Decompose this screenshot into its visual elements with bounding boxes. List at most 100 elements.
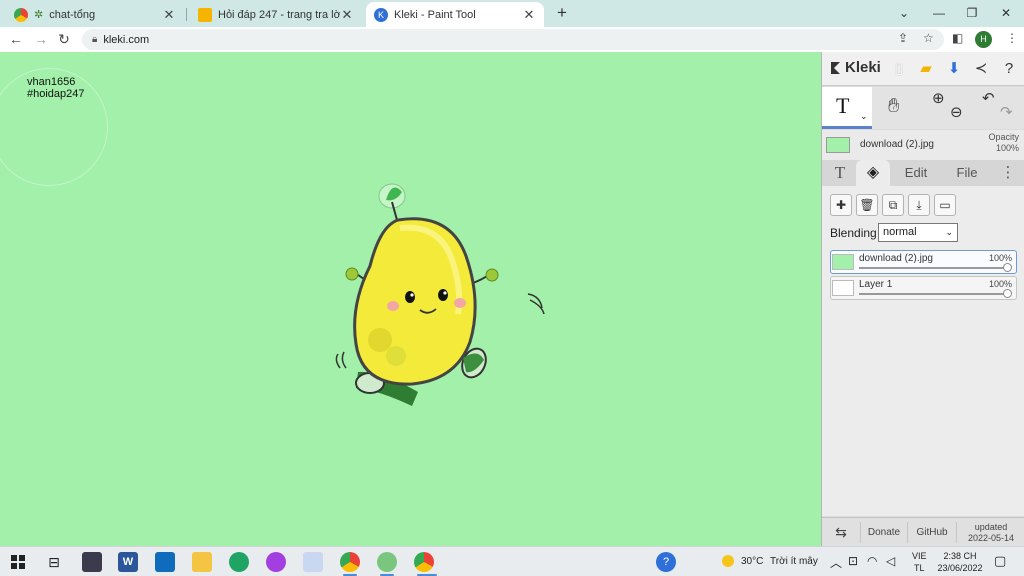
side-panel-icon[interactable]: ◧ xyxy=(952,31,963,45)
layer-name: download (2).jpg xyxy=(859,253,933,264)
messenger-app-icon[interactable] xyxy=(266,552,286,572)
weather-description[interactable]: Trời ít mây xyxy=(770,556,818,567)
tab-search-chevron-icon[interactable]: ⌄ xyxy=(894,3,914,23)
duplicate-layer-button[interactable]: ⧉ xyxy=(882,194,904,216)
profile-avatar[interactable]: H xyxy=(975,31,992,48)
input-language[interactable]: VIE TL xyxy=(912,550,927,574)
tab-layers[interactable]: ◈ xyxy=(856,160,890,186)
puzzle-favicon-icon: ✲ xyxy=(34,9,44,21)
merge-layer-button[interactable]: ⤓ xyxy=(908,194,930,216)
start-tile xyxy=(11,555,17,561)
windows-taskbar: ⊟ W ? 30°C Trời ít mây ︿ ⊡ ◠ ◁ VIE TL 2:… xyxy=(0,546,1024,576)
weather-sun-icon[interactable] xyxy=(722,555,734,567)
tab-text-settings-icon[interactable]: T xyxy=(826,160,854,186)
tab-close-icon[interactable]: ✕ xyxy=(340,7,354,23)
open-folder-icon[interactable]: ▰ xyxy=(915,58,937,80)
new-tab-plus-icon[interactable]: + xyxy=(553,4,571,22)
tab-title: Hỏi đáp 247 - trang tra lời xyxy=(218,8,340,21)
new-image-icon[interactable]: ▯ xyxy=(888,58,910,80)
tab-file[interactable]: File xyxy=(946,160,988,186)
weather-temperature[interactable]: 30°C xyxy=(741,556,763,567)
tab-chat[interactable]: ✲ chat-tổng ✕ xyxy=(6,2,184,27)
chrome-app-icon-active[interactable] xyxy=(414,552,434,572)
address-url: kleki.com xyxy=(103,33,150,46)
donate-link[interactable]: Donate xyxy=(861,518,907,547)
tab-title: Kleki - Paint Tool xyxy=(394,8,476,21)
layer-opacity-track xyxy=(859,267,1008,269)
layer-thumbnail xyxy=(832,280,854,296)
zoom-in-icon[interactable]: ⊕ xyxy=(932,89,945,107)
blending-label: Blending xyxy=(830,226,877,240)
file-explorer-icon[interactable] xyxy=(192,552,212,572)
help-icon[interactable]: ? xyxy=(998,58,1020,80)
tab-kleki[interactable]: K Kleki - Paint Tool ✕ xyxy=(366,2,544,27)
rename-layer-button[interactable]: ▭ xyxy=(934,194,956,216)
browser-menu-icon[interactable]: ⋮ xyxy=(1006,31,1018,45)
tab-close-icon[interactable]: ✕ xyxy=(522,7,536,23)
layers-panel: ✚ 🗑︎ ⧉ ⤓ ▭ Blending normal ⌄ download (2… xyxy=(822,186,1024,516)
paint-app-icon[interactable] xyxy=(303,552,323,572)
layer-opacity-slider[interactable] xyxy=(1003,263,1012,272)
restore-icon[interactable]: ❐ xyxy=(962,3,982,23)
forward-arrow-icon[interactable]: → xyxy=(31,29,51,49)
tool-dropdown-chevron-icon[interactable]: ⌄ xyxy=(860,111,868,122)
blending-select[interactable]: normal ⌄ xyxy=(878,223,958,242)
system-clock[interactable]: 2:38 CH 23/06/2022 xyxy=(936,550,984,574)
text-tool[interactable]: T ⌄ xyxy=(822,87,872,129)
minimize-icon[interactable]: — xyxy=(929,3,949,23)
layer-item[interactable]: Layer 1 100% xyxy=(830,276,1017,300)
tab-separator xyxy=(186,8,187,21)
undo-icon[interactable]: ↶ xyxy=(982,89,995,107)
active-layer-name: download (2).jpg xyxy=(860,139,934,150)
wifi-icon[interactable]: ◠ xyxy=(867,554,877,568)
layer-item[interactable]: download (2).jpg 100% xyxy=(830,250,1017,274)
active-layer-thumbnail xyxy=(826,137,850,153)
notification-icon[interactable]: ▢ xyxy=(994,553,1006,569)
layer-opacity-track xyxy=(859,293,1008,295)
share-icon[interactable]: ⇪ xyxy=(898,31,908,45)
address-bar[interactable]: 🔒︎ kleki.com xyxy=(82,29,944,50)
share-nodes-icon[interactable]: ≺ xyxy=(970,58,992,80)
swap-side-icon[interactable]: ⇆ xyxy=(822,518,860,547)
task-view-icon[interactable]: ⊟ xyxy=(44,552,64,572)
chrome-app-icon[interactable] xyxy=(340,552,360,572)
panel-tabs: T ◈ Edit File ⋮ xyxy=(822,160,1024,186)
window-close-icon[interactable]: ✕ xyxy=(996,3,1016,23)
back-arrow-icon[interactable]: ← xyxy=(6,29,26,49)
layer-opacity-slider[interactable] xyxy=(1003,289,1012,298)
layer-name: Layer 1 xyxy=(859,279,893,290)
tab-hoidap[interactable]: Hỏi đáp 247 - trang tra lời ✕ xyxy=(190,2,362,27)
layer-opacity: 100% xyxy=(988,253,1012,263)
tab-edit[interactable]: Edit xyxy=(894,160,938,186)
clock-time: 2:38 CH xyxy=(943,551,977,561)
zalo-app-icon[interactable] xyxy=(82,552,102,572)
tab-close-icon[interactable]: ✕ xyxy=(162,7,176,23)
github-link[interactable]: GitHub xyxy=(908,518,956,547)
add-layer-button[interactable]: ✚ xyxy=(830,194,852,216)
zoom-tool[interactable]: ⊕ ⊖ xyxy=(926,87,970,129)
delete-layer-button[interactable]: 🗑︎ xyxy=(856,194,878,216)
zoom-out-icon[interactable]: ⊖ xyxy=(950,103,963,121)
download-icon[interactable]: ⬇ xyxy=(943,58,965,80)
word-app-icon[interactable]: W xyxy=(118,552,138,572)
updated-info[interactable]: updated 2022-05-14 xyxy=(958,518,1024,547)
edge-browser-icon[interactable] xyxy=(229,552,249,572)
updated-date: 2022-05-14 xyxy=(967,533,1015,543)
bookmark-star-icon[interactable]: ☆ xyxy=(923,31,934,45)
mail-app-icon[interactable] xyxy=(155,552,175,572)
redo-icon[interactable]: ↷ xyxy=(1000,103,1013,121)
help-tray-icon[interactable]: ? xyxy=(656,552,676,572)
drawing-canvas[interactable]: vhan1656 #hoidap247 xyxy=(0,52,821,546)
more-options-icon[interactable]: ⋮ xyxy=(998,160,1018,186)
tray-overflow-chevron-icon[interactable]: ︿ xyxy=(830,554,842,571)
reload-icon[interactable]: ↻ xyxy=(54,29,74,49)
chrome-profile-app-icon[interactable] xyxy=(377,552,397,572)
network-icon[interactable]: ⊡ xyxy=(848,554,858,568)
volume-icon[interactable]: ◁ xyxy=(886,554,895,568)
layers-icon: ◈ xyxy=(866,164,880,181)
hand-icon: ✋︎ xyxy=(888,95,900,117)
opacity-value: 100% xyxy=(995,143,1019,153)
hand-tool[interactable]: ✋︎ xyxy=(880,87,920,129)
kleki-side-panel: Kleki ▯ ▰ ⬇ ≺ ? T ⌄ ✋︎ ⊕ ⊖ ↶ ↷ download … xyxy=(821,52,1024,546)
start-windows-icon[interactable] xyxy=(11,555,25,569)
